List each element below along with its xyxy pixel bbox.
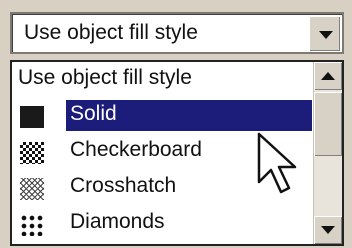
list-item-label: Checkerboard — [70, 138, 202, 161]
scroll-up-button[interactable] — [314, 62, 342, 90]
list-item-label: Crosshatch — [70, 174, 177, 197]
list-header-option[interactable]: Use object fill style — [18, 66, 192, 90]
chevron-up-icon — [321, 72, 335, 80]
diamonds-swatch-icon — [20, 214, 44, 236]
list-scrollbar[interactable] — [313, 62, 342, 244]
list-item-diamonds[interactable]: Diamonds — [12, 206, 316, 242]
chevron-down-icon — [321, 226, 335, 234]
crosshatch-swatch-icon — [20, 178, 44, 200]
fill-style-dropdown-window: Use object fill style Use object fill st… — [0, 0, 352, 248]
scroll-down-button[interactable] — [314, 216, 342, 244]
scroll-thumb[interactable] — [314, 92, 342, 156]
combobox-value: Use object fill style — [24, 21, 198, 44]
list-item-solid[interactable]: Solid — [12, 98, 316, 134]
fill-style-combobox[interactable]: Use object fill style — [10, 12, 344, 54]
dropdown-button[interactable] — [309, 16, 340, 51]
arrow-pointer-icon — [257, 132, 297, 194]
list-item-label: Solid — [70, 102, 117, 125]
chevron-down-icon — [319, 31, 333, 39]
solid-swatch-icon — [20, 106, 44, 128]
checkerboard-swatch-icon — [20, 142, 44, 164]
list-item-label: Diamonds — [70, 210, 165, 233]
